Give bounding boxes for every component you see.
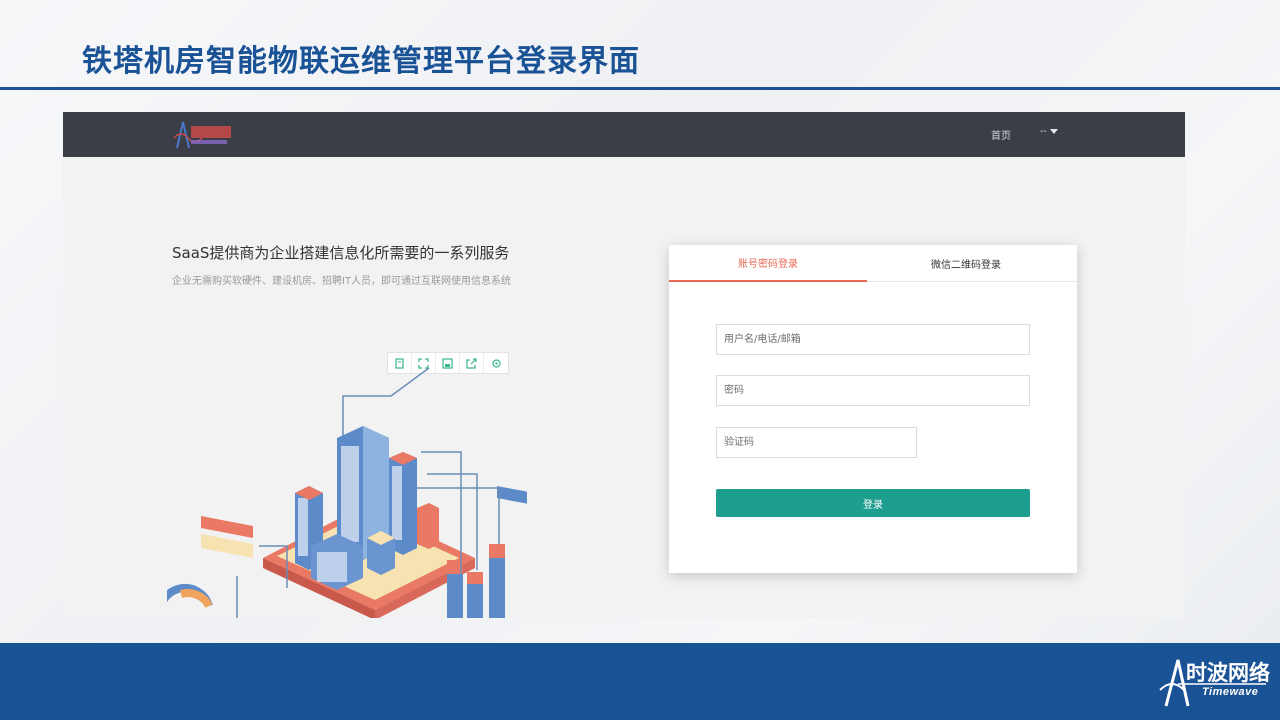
slide-title: 铁塔机房智能物联运维管理平台登录界面 <box>82 44 640 79</box>
tab-wechat-qr-login[interactable]: 微信二维码登录 <box>867 245 1065 282</box>
password-input[interactable] <box>716 375 1030 406</box>
brand-logo-icon[interactable] <box>171 118 235 152</box>
login-tabs: 账号密码登录 微信二维码登录 <box>669 245 1077 282</box>
username-input[interactable] <box>716 324 1030 355</box>
title-divider <box>0 87 1280 90</box>
hero-subtitle: 企业无需购买软硬件、建设机房、招聘IT人员，即可通过互联网使用信息系统 <box>172 276 512 287</box>
isometric-city-illustration <box>167 367 527 618</box>
user-menu-label: -- <box>1040 126 1047 137</box>
app-topbar: 首页 -- <box>63 112 1185 157</box>
slide-footer <box>0 643 1280 720</box>
login-card: 账号密码登录 微信二维码登录 登录 <box>669 245 1077 573</box>
footer-brand-cn: 时波网络 <box>1186 661 1270 685</box>
hero-title: SaaS提供商为企业搭建信息化所需要的一系列服务 <box>172 244 510 262</box>
chevron-down-icon <box>1049 129 1058 134</box>
footer-brand-en: Timewave <box>1202 686 1259 698</box>
nav-home-link[interactable]: 首页 <box>991 127 1011 142</box>
user-menu[interactable]: -- <box>1040 126 1058 137</box>
app-screenshot: 首页 -- SaaS提供商为企业搭建信息化所需要的一系列服务 企业无需购买软硬件… <box>63 112 1185 618</box>
tab-password-login[interactable]: 账号密码登录 <box>669 245 867 282</box>
login-button[interactable]: 登录 <box>716 489 1030 517</box>
captcha-input[interactable] <box>716 427 917 458</box>
